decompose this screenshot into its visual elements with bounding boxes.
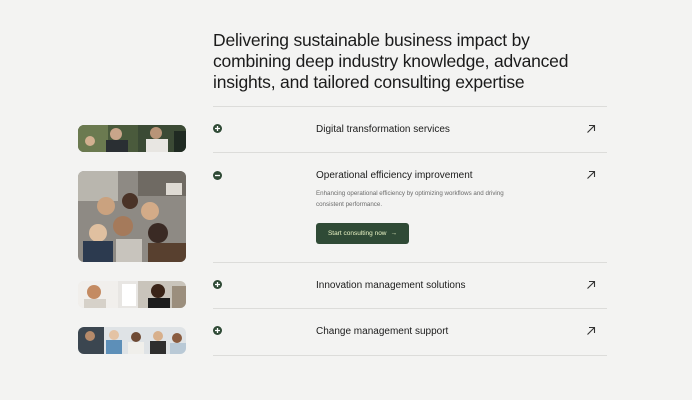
arrow-up-right-icon[interactable] (586, 326, 596, 336)
arrow-up-right-icon[interactable] (586, 170, 596, 180)
service-image-operational-efficiency (78, 171, 186, 262)
service-description: Enhancing operational efficiency by opti… (316, 190, 504, 208)
divider (213, 262, 607, 263)
arrow-up-right-icon[interactable] (586, 280, 596, 290)
divider (213, 355, 607, 356)
service-title[interactable]: Operational efficiency improvement (316, 170, 473, 181)
plus-icon[interactable] (213, 124, 222, 133)
service-image-digital-transformation (78, 125, 186, 152)
service-title[interactable]: Change management support (316, 326, 448, 337)
start-consulting-button[interactable]: Start consulting now → (316, 223, 409, 244)
cta-label: Start consulting now (327, 230, 387, 237)
arrow-up-right-icon[interactable] (586, 124, 596, 134)
plus-icon[interactable] (213, 280, 222, 289)
divider (213, 106, 607, 107)
minus-icon[interactable] (213, 171, 222, 180)
divider (213, 152, 607, 153)
service-title[interactable]: Digital transformation services (316, 124, 450, 135)
arrow-right-icon: → (390, 230, 398, 237)
plus-icon[interactable] (213, 326, 222, 335)
service-title[interactable]: Innovation management solutions (316, 280, 466, 291)
divider (213, 308, 607, 309)
service-image-innovation-management (78, 281, 186, 308)
section-heading: Delivering sustainable business impact b… (213, 30, 569, 92)
service-image-change-management (78, 327, 186, 354)
